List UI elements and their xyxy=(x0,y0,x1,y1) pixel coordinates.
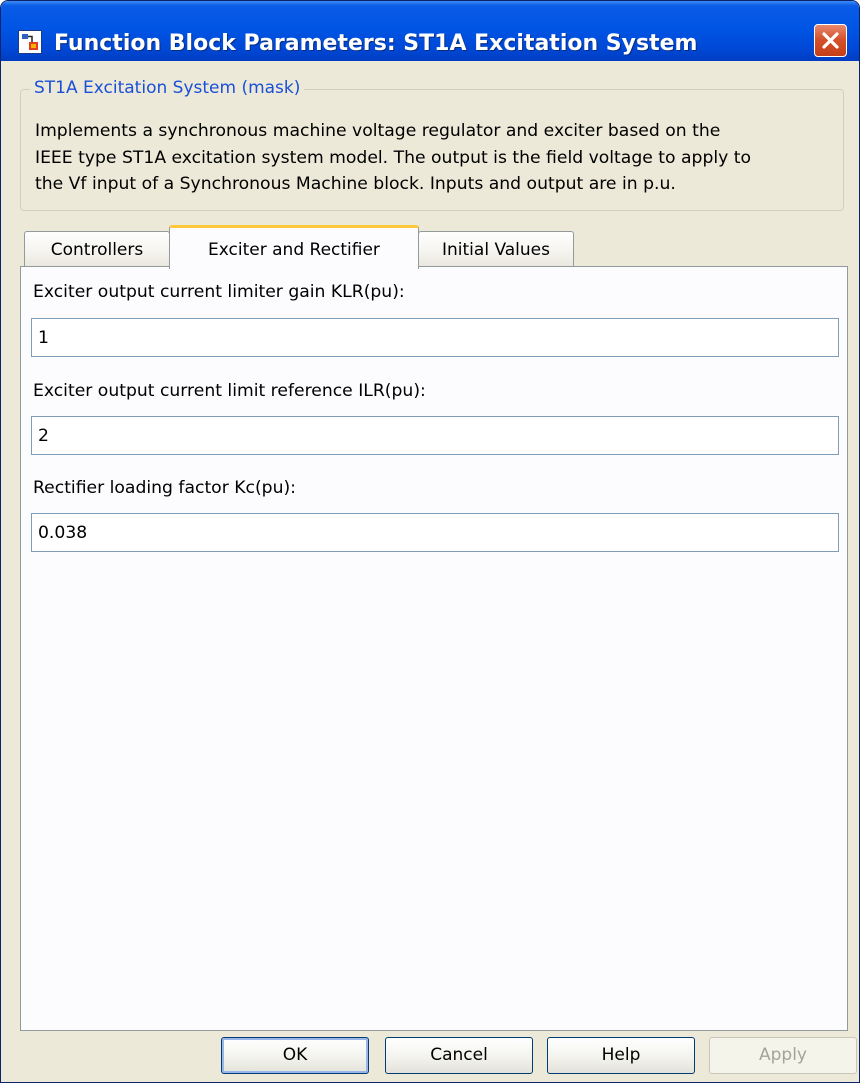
close-icon xyxy=(822,32,839,49)
kc-label: Rectifier loading factor Kc(pu): xyxy=(33,478,296,498)
klr-field[interactable] xyxy=(31,318,839,357)
klr-label: Exciter output current limiter gain KLR(… xyxy=(33,282,405,302)
title-bar[interactable]: Function Block Parameters: ST1A Excitati… xyxy=(1,1,859,61)
window-title: Function Block Parameters: ST1A Excitati… xyxy=(54,31,698,56)
apply-button[interactable]: Apply xyxy=(709,1037,857,1074)
mask-group-title: ST1A Excitation System (mask) xyxy=(30,76,305,100)
ok-button[interactable]: OK xyxy=(221,1037,369,1074)
mask-description-line: Implements a synchronous machine voltage… xyxy=(35,121,721,141)
close-button[interactable] xyxy=(814,24,847,57)
mask-description: Implements a synchronous machine voltage… xyxy=(35,118,850,198)
cancel-button[interactable]: Cancel xyxy=(385,1037,533,1074)
ilr-field[interactable] xyxy=(31,416,839,455)
ilr-label: Exciter output current limit reference I… xyxy=(33,381,426,401)
help-button[interactable]: Help xyxy=(547,1037,695,1074)
mask-description-line: IEEE type ST1A excitation system model. … xyxy=(35,147,752,168)
simulink-block-icon xyxy=(18,30,42,54)
tab-exciter-and-rectifier[interactable]: Exciter and Rectifier xyxy=(169,225,419,269)
kc-field[interactable] xyxy=(31,513,839,552)
tab-panel: Exciter output current limiter gain KLR(… xyxy=(20,266,848,1031)
tab-controllers[interactable]: Controllers xyxy=(24,231,170,267)
dialog-window: Function Block Parameters: ST1A Excitati… xyxy=(0,0,860,1083)
mask-description-line: the Vf input of a Synchronous Machine bl… xyxy=(35,174,676,194)
tab-initial-values[interactable]: Initial Values xyxy=(418,231,574,267)
